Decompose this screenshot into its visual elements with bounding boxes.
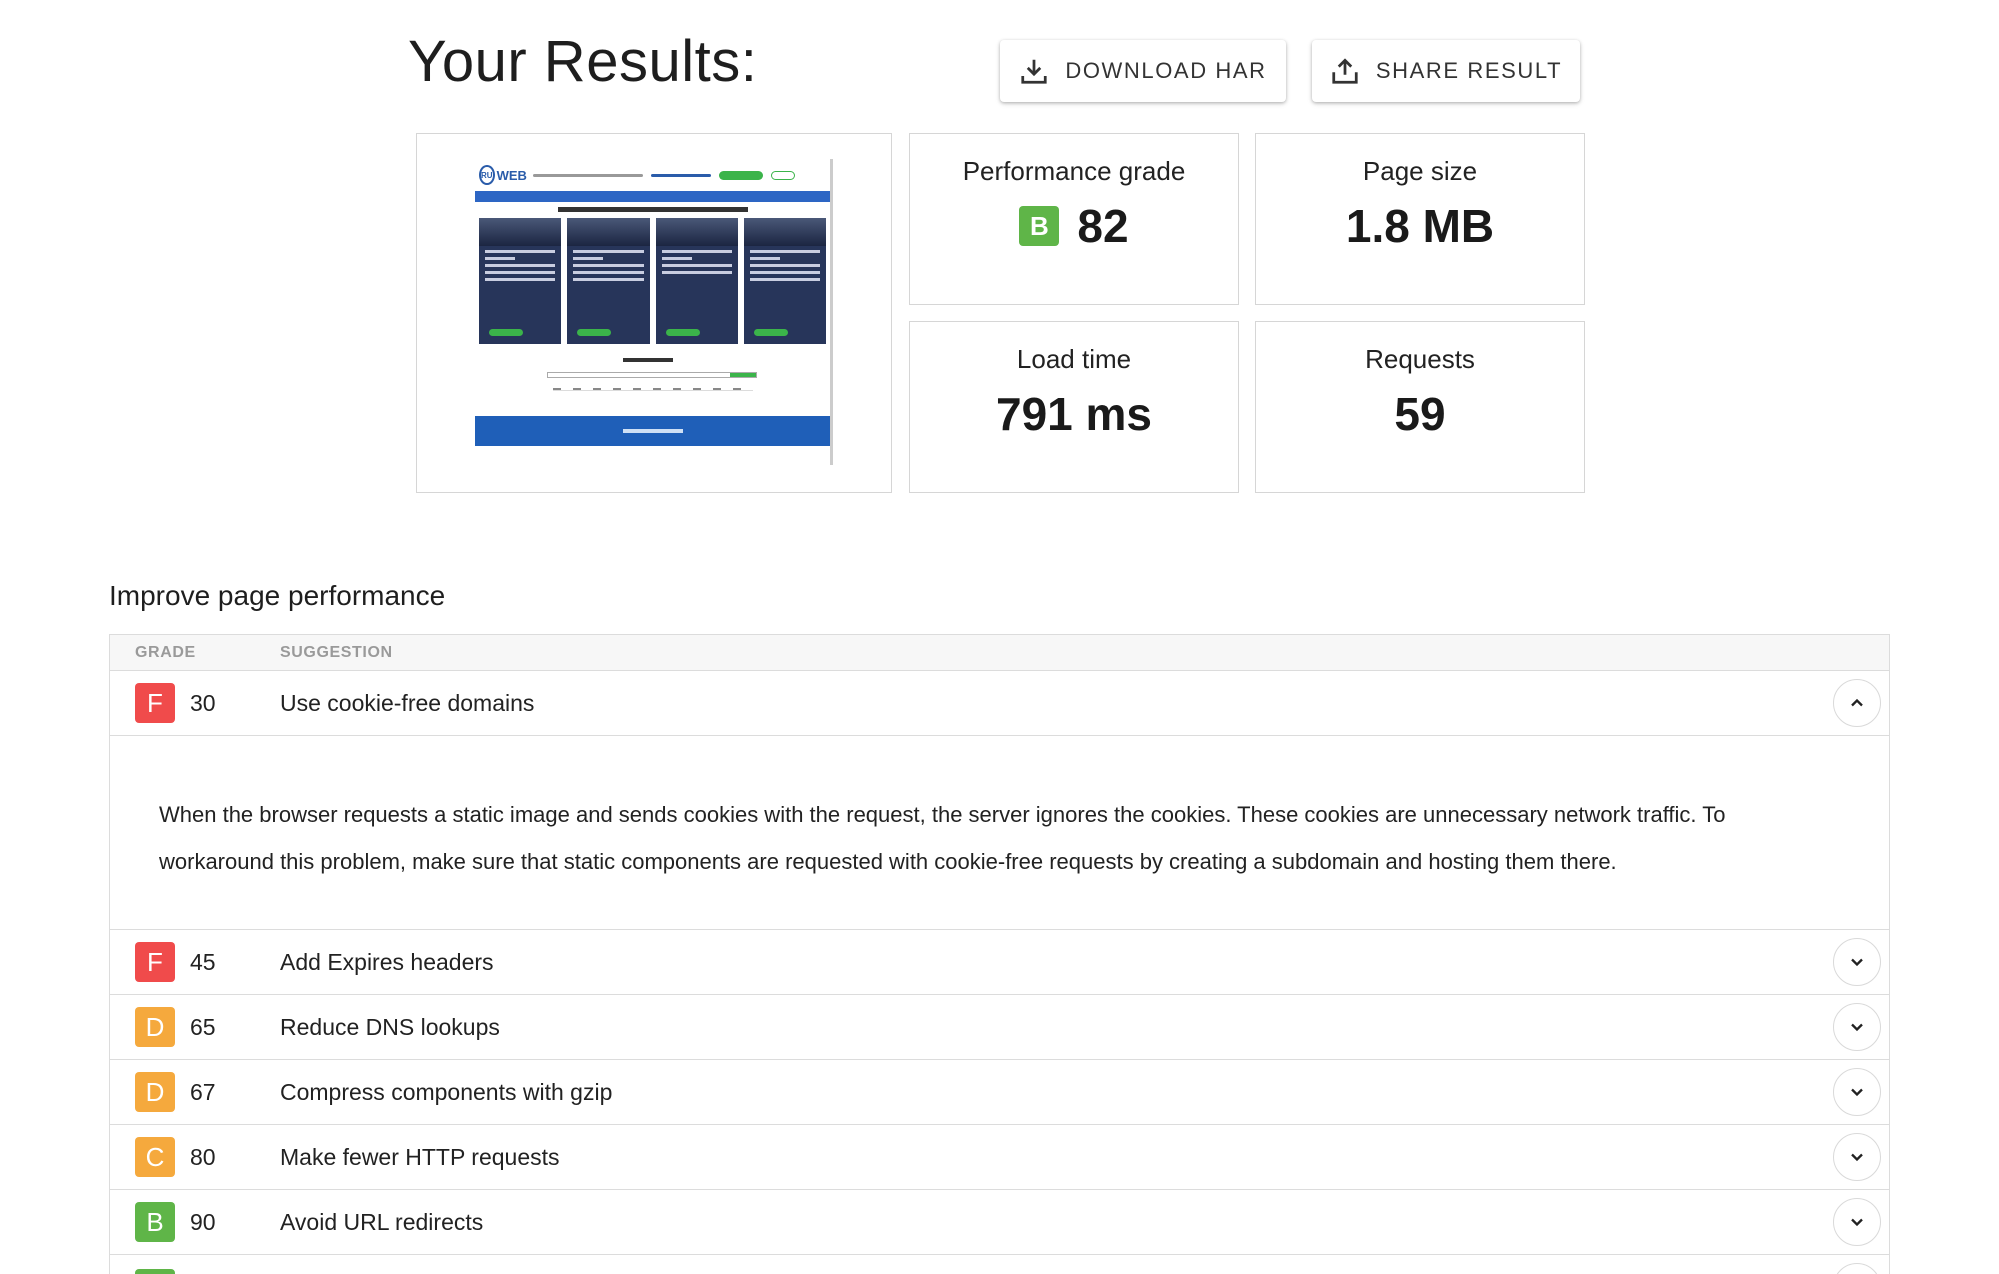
- share-icon: [1332, 58, 1358, 84]
- expand-button[interactable]: [1833, 1133, 1881, 1181]
- table-row[interactable]: D 67 Compress components with gzip: [110, 1060, 1889, 1125]
- suggestions-table: GRADE SUGGESTION F 30 Use cookie-free do…: [109, 634, 1890, 1274]
- expand-button[interactable]: [1833, 938, 1881, 986]
- suggestion-text: Avoid URL redirects: [280, 1208, 484, 1235]
- share-result-label: SHARE RESULT: [1375, 58, 1563, 83]
- suggestion-text: Use cookie-free domains: [280, 689, 535, 716]
- section-title: Improve page performance: [109, 580, 446, 611]
- expand-button[interactable]: [1833, 1003, 1881, 1051]
- load-time-label: Load time: [1016, 344, 1132, 374]
- page-size-value: 1.8 MB: [1345, 200, 1495, 252]
- grade-badge: B: [1019, 206, 1060, 246]
- requests-label: Requests: [1365, 344, 1475, 374]
- grade-score: 80: [190, 1143, 216, 1170]
- grade-badge: C: [135, 1137, 175, 1177]
- table-row[interactable]: B 90 Avoid URL redirects: [110, 1190, 1889, 1255]
- load-time-tile: Load time 791 ms: [909, 321, 1239, 493]
- requests-tile: Requests 59: [1255, 321, 1585, 493]
- page-screenshot-tile: RU WEB: [416, 133, 892, 493]
- chevron-down-icon: [1851, 1088, 1863, 1097]
- table-header: GRADE SUGGESTION: [110, 635, 1889, 671]
- chevron-down-icon: [1851, 1218, 1863, 1227]
- grade-score: 30: [190, 689, 216, 716]
- grade-badge: F: [135, 683, 175, 723]
- grade-score: 67: [190, 1078, 216, 1105]
- load-time-value: 791 ms: [995, 388, 1152, 440]
- expand-button[interactable]: [1833, 1198, 1881, 1246]
- suggestion-text: Add Expires headers: [280, 948, 494, 975]
- chevron-down-icon: [1851, 1023, 1863, 1032]
- table-row[interactable]: C 80 Make fewer HTTP requests: [110, 1125, 1889, 1190]
- performance-grade-tile: Performance grade B 82: [909, 133, 1239, 305]
- grade-badge: B: [135, 1202, 175, 1242]
- grade-badge: F: [135, 942, 175, 982]
- download-icon: [1021, 59, 1047, 84]
- column-header-grade: GRADE: [135, 643, 196, 661]
- page-title: Your Results:: [408, 29, 758, 94]
- suggestion-detail: When the browser requests a static image…: [110, 736, 1889, 930]
- grade-badge: D: [135, 1072, 175, 1112]
- page-size-label: Page size: [1362, 156, 1478, 186]
- download-har-label: DOWNLOAD HAR: [1065, 58, 1267, 83]
- chevron-down-icon: [1851, 958, 1863, 967]
- grade-score: 65: [190, 1013, 216, 1040]
- suggestion-text: Make fewer HTTP requests: [280, 1143, 560, 1170]
- requests-value: 59: [1394, 388, 1446, 440]
- grade-badge: [135, 1269, 175, 1274]
- page-screenshot-thumbnail: RU WEB: [475, 159, 833, 465]
- site-logo: RU WEB: [479, 164, 527, 186]
- table-row[interactable]: D 65 Reduce DNS lookups: [110, 995, 1889, 1060]
- suggestion-text: Compress components with gzip: [280, 1078, 613, 1105]
- table-row[interactable]: [110, 1255, 1889, 1274]
- performance-grade-label: Performance grade: [962, 156, 1186, 186]
- table-row[interactable]: F 45 Add Expires headers: [110, 930, 1889, 995]
- performance-grade-value: 82: [1077, 200, 1129, 252]
- chevron-down-icon: [1851, 1153, 1863, 1162]
- share-result-button[interactable]: SHARE RESULT: [1312, 40, 1580, 102]
- grade-badge: D: [135, 1007, 175, 1047]
- download-har-button[interactable]: DOWNLOAD HAR: [1000, 40, 1286, 102]
- expand-button[interactable]: [1833, 1263, 1881, 1274]
- chevron-up-icon: [1851, 698, 1863, 707]
- collapse-button[interactable]: [1833, 679, 1881, 727]
- page-size-tile: Page size 1.8 MB: [1255, 133, 1585, 305]
- column-header-suggestion: SUGGESTION: [280, 643, 393, 661]
- suggestion-text: Reduce DNS lookups: [280, 1013, 500, 1040]
- table-row[interactable]: F 30 Use cookie-free domains: [110, 671, 1889, 736]
- grade-score: 90: [190, 1208, 216, 1235]
- expand-button[interactable]: [1833, 1068, 1881, 1116]
- grade-score: 45: [190, 948, 216, 975]
- results-page: Your Results: DOWNLOAD HAR SHARE RESULT …: [0, 0, 1999, 1274]
